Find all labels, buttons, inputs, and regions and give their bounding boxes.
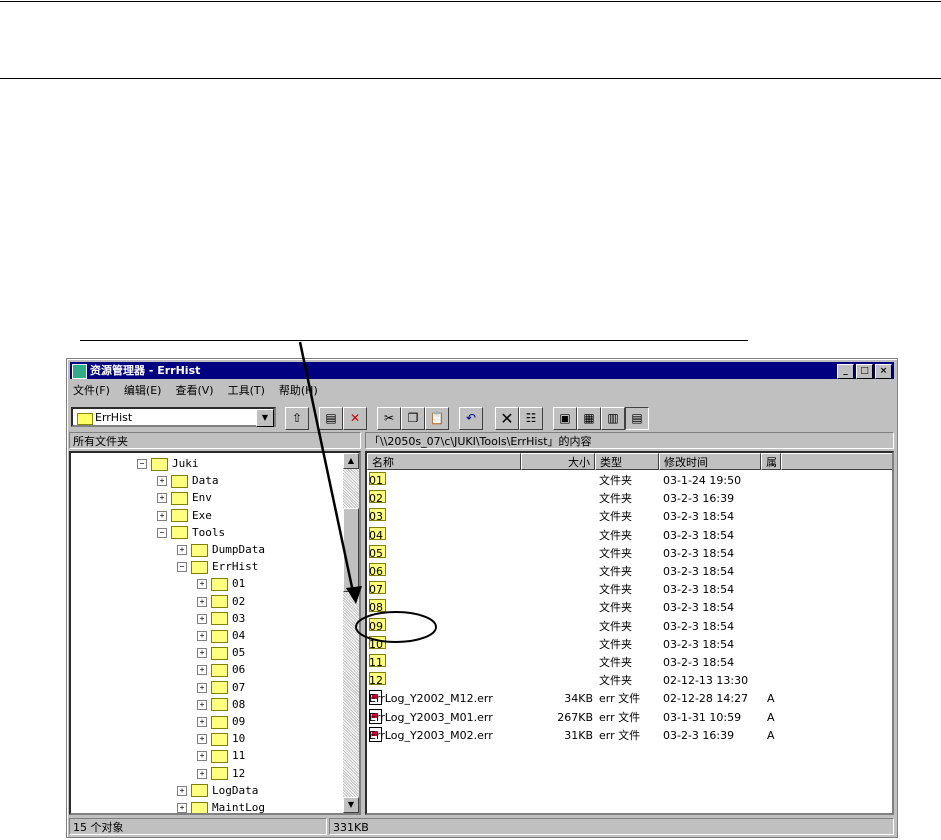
highlight-ellipse: [355, 611, 437, 643]
annotation-overlay: [298, 341, 437, 643]
arrow-head: [346, 586, 362, 604]
annotation-arrow: [298, 341, 355, 593]
